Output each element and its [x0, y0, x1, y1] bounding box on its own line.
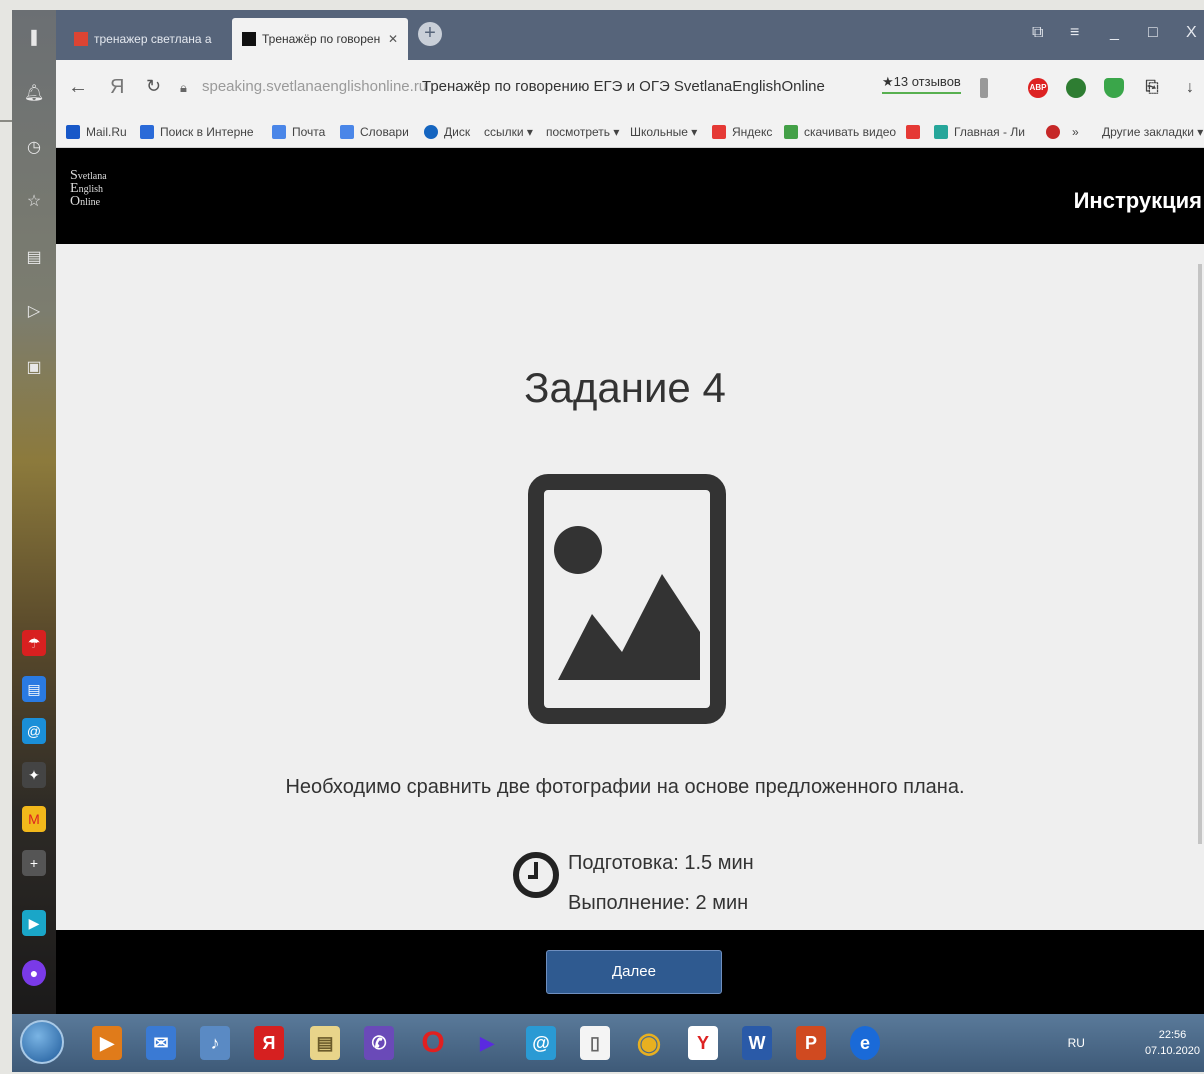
counter-icon[interactable]: ▣: [22, 356, 46, 380]
bookmark-item[interactable]: [906, 125, 926, 139]
powerpoint-icon[interactable]: P: [796, 1026, 826, 1060]
store-icon[interactable]: ▶: [22, 910, 46, 936]
bookmark-item[interactable]: Почта: [272, 125, 325, 139]
url-host[interactable]: speaking.svetlanaenglishonline.ru: [202, 78, 427, 95]
download-icon[interactable]: ↓: [1180, 78, 1200, 98]
yandex-icon[interactable]: Y: [688, 1026, 718, 1060]
next-button[interactable]: Далее: [546, 950, 722, 994]
reload-icon[interactable]: ↻: [146, 76, 161, 97]
star-icon[interactable]: ☆: [22, 190, 46, 214]
yandex-favicon-icon: [74, 32, 88, 46]
maximize-button[interactable]: □: [1148, 24, 1158, 42]
bell-icon[interactable]: 🔔︎: [22, 82, 46, 106]
bookmark-icon[interactable]: [980, 78, 988, 98]
site-logo[interactable]: Svetlana English Online: [70, 169, 107, 224]
task-title: Задание 4: [524, 364, 726, 411]
minimize-button[interactable]: _: [1110, 24, 1119, 42]
adblock-icon[interactable]: ABP: [1028, 78, 1048, 98]
window-icon[interactable]: ⧉: [1032, 24, 1043, 42]
viber-icon[interactable]: ✆: [364, 1026, 394, 1060]
sound-icon[interactable]: ♪: [200, 1026, 230, 1060]
address-bar: ← Я ↻ 🔒︎ speaking.svetlanaenglishonline.…: [56, 60, 1204, 118]
document-icon[interactable]: ▯: [580, 1026, 610, 1060]
yandex-logo-icon[interactable]: Я: [110, 76, 124, 99]
bookmark-item[interactable]: [1046, 125, 1066, 139]
chrome-icon[interactable]: ◉: [634, 1026, 664, 1060]
mail-at-icon[interactable]: @: [22, 718, 46, 744]
notepad-icon[interactable]: ▤: [310, 1026, 340, 1060]
preparation-time: Подготовка: 1.5 мин: [568, 852, 754, 874]
instruction-link[interactable]: Инструкция: [1074, 188, 1202, 214]
bookmark-item[interactable]: Поиск в Интерне: [140, 125, 254, 139]
bookmark-folder[interactable]: ссылки ▾: [484, 125, 533, 139]
bookmark-item[interactable]: Словари: [340, 125, 409, 139]
other-bookmarks[interactable]: Другие закладки ▾: [1102, 125, 1203, 139]
menu-icon[interactable]: ≡: [1070, 24, 1079, 42]
shield-icon[interactable]: [1104, 78, 1124, 98]
photo-icon: [528, 474, 726, 724]
umbrella-icon[interactable]: ☂: [22, 630, 46, 656]
tab-bar: тренажер светлана англ Тренажёр по говор…: [56, 10, 1204, 60]
bookmarks-overflow-icon[interactable]: »: [1072, 125, 1079, 139]
site-header: Svetlana English Online Инструкция: [56, 148, 1204, 244]
windows-taskbar: ▶ ✉ ♪ Я ▤ ✆ O ▶ @ ▯ ◉ Y W P e RU 22:56 0…: [12, 1014, 1204, 1072]
alice-circle-icon[interactable]: ●: [22, 960, 46, 986]
new-tab-button[interactable]: +: [418, 22, 442, 46]
close-window-button[interactable]: X: [1186, 24, 1197, 42]
opera-icon[interactable]: O: [418, 1026, 448, 1060]
history-icon[interactable]: ◷: [22, 136, 46, 160]
tab-title: тренажер светлана англ: [94, 32, 212, 46]
tab-inactive[interactable]: тренажер светлана англ: [64, 18, 222, 60]
tab-title: Тренажёр по говорен: [262, 32, 381, 46]
mail-icon[interactable]: ✉: [146, 1026, 176, 1060]
task-panel: Задание 4 Необходимо сравнить две фотогр…: [56, 244, 1204, 930]
bookmark-item[interactable]: Главная - Ли: [934, 125, 1025, 139]
clock-time: 22:56: [1158, 1029, 1187, 1041]
start-button[interactable]: [20, 1020, 64, 1064]
gmail-icon[interactable]: M: [22, 806, 46, 832]
docs-icon[interactable]: ▤: [22, 676, 46, 702]
back-arrow-icon[interactable]: ←: [68, 76, 88, 99]
page-footer: Далее: [56, 930, 1204, 1014]
clock-icon: [513, 852, 559, 898]
reviews-badge[interactable]: ★13 отзывов: [882, 74, 961, 94]
system-clock[interactable]: 22:56 07.10.2020: [1145, 1027, 1200, 1059]
browser-window: тренажер светлана англ Тренажёр по говор…: [56, 10, 1204, 1014]
close-tab-icon[interactable]: ✕: [388, 32, 398, 46]
bookmark-folder[interactable]: Школьные ▾: [630, 125, 697, 139]
tab-active[interactable]: Тренажёр по говорен ✕: [232, 18, 408, 60]
alice-icon[interactable]: ❚: [22, 26, 46, 50]
yandex-side-panel: ❚ 🔔︎ ◷ ☆ ▤ ▷ ▣ ☂ ▤ @ ✦ M + ▶ ●: [12, 10, 56, 1014]
bookmark-item[interactable]: Диск: [424, 125, 470, 139]
play-icon[interactable]: ▷: [22, 300, 46, 324]
media-player-icon[interactable]: ▶: [92, 1026, 122, 1060]
clock-date: 07.10.2020: [1144, 1045, 1200, 1057]
bookmarks-bar: Mail.Ru Поиск в Интерне Почта Словари Ди…: [56, 118, 1204, 148]
bookmark-folder[interactable]: посмотреть ▾: [546, 125, 619, 139]
execution-time: Выполнение: 2 мин: [568, 892, 749, 914]
extension-bug-icon[interactable]: [1066, 78, 1086, 98]
system-tray: RU 22:56 07.10.2020: [1068, 1014, 1200, 1072]
bookmark-item[interactable]: Mail.Ru: [66, 125, 127, 139]
language-indicator[interactable]: RU: [1068, 1036, 1085, 1050]
translate-icon[interactable]: ⎘: [1142, 78, 1162, 98]
notes-icon[interactable]: ▤: [22, 246, 46, 270]
word-icon[interactable]: W: [742, 1026, 772, 1060]
edge-icon[interactable]: e: [850, 1026, 880, 1060]
mail-ru-agent-icon[interactable]: @: [526, 1026, 556, 1060]
player-icon[interactable]: ▶: [472, 1026, 502, 1060]
bookmark-item[interactable]: скачивать видео: [784, 125, 896, 139]
add-icon[interactable]: +: [22, 850, 46, 876]
bookmark-item[interactable]: Яндекс: [712, 125, 772, 139]
site-favicon-icon: [242, 32, 256, 46]
lock-icon: 🔒︎: [180, 80, 187, 95]
scrollbar[interactable]: [1198, 264, 1202, 844]
task-description: Необходимо сравнить две фотографии на ос…: [285, 776, 965, 798]
sparkle-icon[interactable]: ✦: [22, 762, 46, 788]
yandex-browser-icon[interactable]: Я: [254, 1026, 284, 1060]
page-title-in-omnibox[interactable]: Тренажёр по говорению ЕГЭ и ОГЭ Svetlana…: [422, 78, 825, 95]
